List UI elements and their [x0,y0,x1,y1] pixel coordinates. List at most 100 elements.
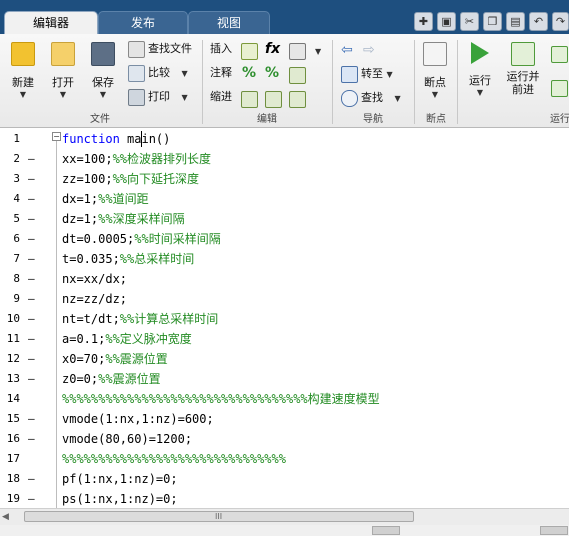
open-label: 打开 [52,76,74,89]
code-text: x0=70;%%震源位置 [62,349,168,369]
run-and-advance-button[interactable]: 运行并 前进 [503,42,543,96]
breakpoint-marker[interactable]: – [28,349,36,369]
insert-section-icon[interactable] [241,43,258,60]
insert-label: 插入 [210,42,232,55]
breakpoints-button[interactable]: 断点 ▼ [418,42,452,99]
code-token: nt=t/dt; [62,312,120,326]
line-number: 1 [13,132,20,145]
fx-icon[interactable]: fx [265,41,280,57]
smart-indent-icon[interactable] [241,91,258,108]
tab-editor[interactable]: 编辑器 [4,11,98,35]
find-files-button[interactable]: 查找文件 [128,40,192,58]
code-line[interactable]: 4– dx=1;%%道间距 [0,189,569,209]
code-line[interactable]: 17%%%%%%%%%%%%%%%%%%%%%%%%%%%%%%% [0,449,569,469]
code-editor[interactable]: 1 function main() 2– xx=100;%%检波器排列长度 3– zz=1… [0,128,569,508]
breakpoint-marker[interactable]: – [28,209,36,229]
insert-function-icon[interactable] [289,43,306,60]
back-arrow-icon[interactable]: ⇦ [341,42,353,58]
breakpoint-marker[interactable]: – [28,249,36,269]
breakpoint-marker[interactable]: – [28,329,36,349]
breakpoint-marker[interactable]: – [28,229,36,249]
cut-icon[interactable]: ✂ [460,12,479,31]
code-line[interactable]: 6– dt=0.0005;%%时间采样间隔 [0,229,569,249]
undo-icon[interactable]: ↶ [529,12,548,31]
open-button[interactable]: 打开 ▼ [46,42,80,99]
goto-button[interactable]: 转至 ▼ [341,65,393,83]
breakpoint-marker[interactable]: – [28,309,36,329]
tab-view[interactable]: 视图 [188,11,270,35]
breakpoint-marker[interactable]: – [28,429,36,449]
new-label: 新建 [12,76,34,89]
chevron-down-icon[interactable]: ▼ [315,47,321,56]
scroll-left-icon[interactable]: ◀ [2,512,9,522]
breakpoint-marker[interactable]: – [28,469,36,489]
find-button[interactable]: 查找 ▼ [341,89,401,107]
redo-icon[interactable]: ↷ [552,12,569,31]
code-line[interactable]: 16– vmode(80,60)=1200; [0,429,569,449]
scrollbar-thumb[interactable]: III [24,511,414,522]
code-line[interactable]: 18– pf(1:nx,1:nz)=0; [0,469,569,489]
copy-icon[interactable]: ❐ [483,12,502,31]
code-line[interactable]: 15– vmode(1:nx,1:nz)=600; [0,409,569,429]
code-line[interactable]: 14 %%%%%%%%%%%%%%%%%%%%%%%%%%%%%%%%%%构建速度… [0,389,569,409]
code-line[interactable]: 1 function main() [0,129,569,149]
print-button[interactable]: 打印 ▼ [128,88,188,106]
code-line[interactable]: 7– t=0.035;%%总采样时间 [0,249,569,269]
increase-indent-icon[interactable] [265,91,282,108]
horizontal-scrollbar[interactable]: ◀ III [0,508,569,525]
breakpoint-marker[interactable]: – [28,169,36,189]
new-doc-icon[interactable]: ✚ [414,12,433,31]
goto-label: 转至 [361,67,383,80]
breakpoint-marker[interactable]: – [28,269,36,289]
wrap-comments-icon[interactable] [289,67,306,84]
breakpoint-group-label: 断点 [426,114,446,125]
code-line[interactable]: 5– dz=1;%%深度采样间隔 [0,209,569,229]
code-text: nx=xx/dx; [62,269,127,289]
advance-icon[interactable] [551,80,568,97]
code-line[interactable]: 11– a=0.1;%%定义脉冲宽度 [0,329,569,349]
status-bar [0,525,569,536]
code-line[interactable]: 9– nz=zz/dz; [0,289,569,309]
breakpoint-marker[interactable]: – [28,189,36,209]
breakpoint-marker[interactable]: – [28,149,36,169]
goto-arrow-icon [341,65,358,83]
run-button[interactable]: 运行 ▼ [463,42,497,97]
fold-toggle-icon[interactable]: − [52,132,61,141]
uncomment-percent-icon[interactable]: % [265,65,279,81]
code-token: vmode(80,60)=1200; [62,432,193,446]
forward-arrow-icon[interactable]: ⇨ [363,42,375,58]
edit-group-label: 编辑 [257,114,277,125]
code-line[interactable]: 3– zz=100;%%向下延托深度 [0,169,569,189]
run-section-icon[interactable] [551,46,568,63]
line-number: 17 [6,452,20,465]
code-line[interactable]: 19– ps(1:nx,1:nz)=0; [0,489,569,508]
paste-icon[interactable]: ▤ [506,12,525,31]
code-line[interactable]: 2– xx=100;%%检波器排列长度 [0,149,569,169]
compare-button[interactable]: 比较 ▼ [128,64,188,82]
breakpoint-marker[interactable]: – [28,369,36,389]
insert-button[interactable]: 插入 [210,40,232,58]
run-label: 运行 [469,74,491,87]
comment-button[interactable]: 注释 [210,64,232,82]
breakpoints-label: 断点 [424,76,446,89]
tab-publish[interactable]: 发布 [98,11,188,35]
code-line[interactable]: 13– z0=0;%%震源位置 [0,369,569,389]
line-number: 8 [13,272,20,285]
breakpoint-marker[interactable]: – [28,409,36,429]
run-group-label: 运行 [550,114,569,125]
breakpoint-marker[interactable]: – [28,489,36,508]
new-button[interactable]: 新建 ▼ [6,42,40,99]
save-icon[interactable]: ▣ [437,12,456,31]
status-indicator [372,526,400,535]
code-line[interactable]: 12– x0=70;%%震源位置 [0,349,569,369]
comment-token: %%计算总采样时间 [119,312,219,326]
code-line[interactable]: 10– nt=t/dt;%%计算总采样时间 [0,309,569,329]
indent-button[interactable]: 缩进 [210,88,232,106]
decrease-indent-icon[interactable] [289,91,306,108]
save-button[interactable]: 保存 ▼ [86,42,120,99]
comment-percent-icon[interactable]: % [242,65,256,81]
breakpoint-marker[interactable]: – [28,289,36,309]
code-line[interactable]: 8– nx=xx/dx; [0,269,569,289]
code-text: function main() [62,129,170,149]
group-divider [202,40,203,124]
